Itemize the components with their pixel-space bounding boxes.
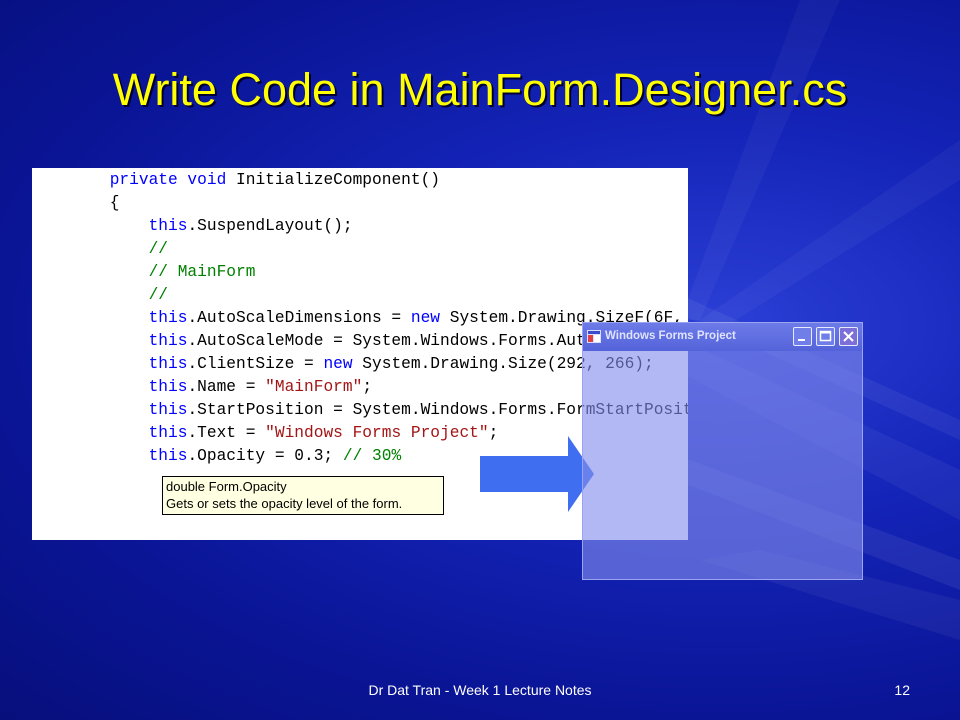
code-token: this <box>148 332 188 350</box>
code-token: this <box>148 424 188 442</box>
code-line: // <box>32 284 168 307</box>
window-title: Windows Forms Project <box>605 330 736 342</box>
code-token: .Text = <box>187 424 266 442</box>
code-token: { <box>109 194 120 212</box>
code-token: "Windows Forms Project" <box>265 424 489 442</box>
code-token: InitializeComponent() <box>236 171 441 189</box>
window-titlebar: Windows Forms Project <box>583 323 862 351</box>
code-token: this <box>148 378 188 396</box>
code-line: this.ClientSize = new System.Drawing.Siz… <box>32 353 654 376</box>
right-arrow-icon <box>480 436 594 512</box>
code-token: private void <box>109 171 237 189</box>
code-token: // <box>148 286 169 304</box>
maximize-button[interactable] <box>816 327 835 346</box>
form-icon <box>587 330 601 343</box>
intellisense-tooltip: double Form.Opacity Gets or sets the opa… <box>162 476 444 515</box>
code-token: new <box>323 355 353 373</box>
code-token: // <box>148 240 169 258</box>
code-line: private void InitializeComponent() <box>32 169 440 192</box>
code-token: new <box>410 309 441 327</box>
page-number: 12 <box>894 682 910 698</box>
maximize-icon <box>819 330 832 342</box>
code-token: .Name = <box>187 378 266 396</box>
code-token: this <box>148 309 188 327</box>
slide-title: Write Code in MainForm.Designer.cs <box>112 64 848 115</box>
code-token: .ClientSize = <box>187 355 324 373</box>
slide: Write Code in MainForm.Designer.cs priva… <box>0 0 960 720</box>
code-token: .Opacity = 0.3; <box>187 447 343 465</box>
minimize-button[interactable] <box>793 327 812 346</box>
code-token: this <box>148 355 188 373</box>
code-line: this.SuspendLayout(); <box>32 215 353 238</box>
code-line: this.Name = "MainForm"; <box>32 376 372 399</box>
slide-footer: Dr Dat Tran - Week 1 Lecture Notes <box>368 682 592 698</box>
code-token: ; <box>362 378 373 396</box>
close-icon <box>843 331 854 342</box>
code-line: { <box>32 192 120 215</box>
code-token: .SuspendLayout(); <box>187 217 353 235</box>
code-token: "MainForm" <box>265 378 363 396</box>
code-token: // 30% <box>342 447 402 465</box>
tooltip-signature: double Form.Opacity <box>166 479 287 494</box>
code-token: .AutoScaleDimensions = <box>187 309 411 327</box>
code-token: this <box>148 447 188 465</box>
tooltip-description: Gets or sets the opacity level of the fo… <box>166 496 403 511</box>
code-token: this <box>148 217 188 235</box>
code-line: this.Opacity = 0.3; // 30% <box>32 445 402 468</box>
code-token: this <box>148 401 188 419</box>
close-button[interactable] <box>839 327 858 346</box>
code-token: // MainForm <box>148 263 256 281</box>
code-line: this.Text = "Windows Forms Project"; <box>32 422 499 445</box>
code-line: // <box>32 238 168 261</box>
windows-form-preview: Windows Forms Project <box>582 322 863 580</box>
minimize-icon <box>798 339 805 341</box>
code-line: // MainForm <box>32 261 256 284</box>
